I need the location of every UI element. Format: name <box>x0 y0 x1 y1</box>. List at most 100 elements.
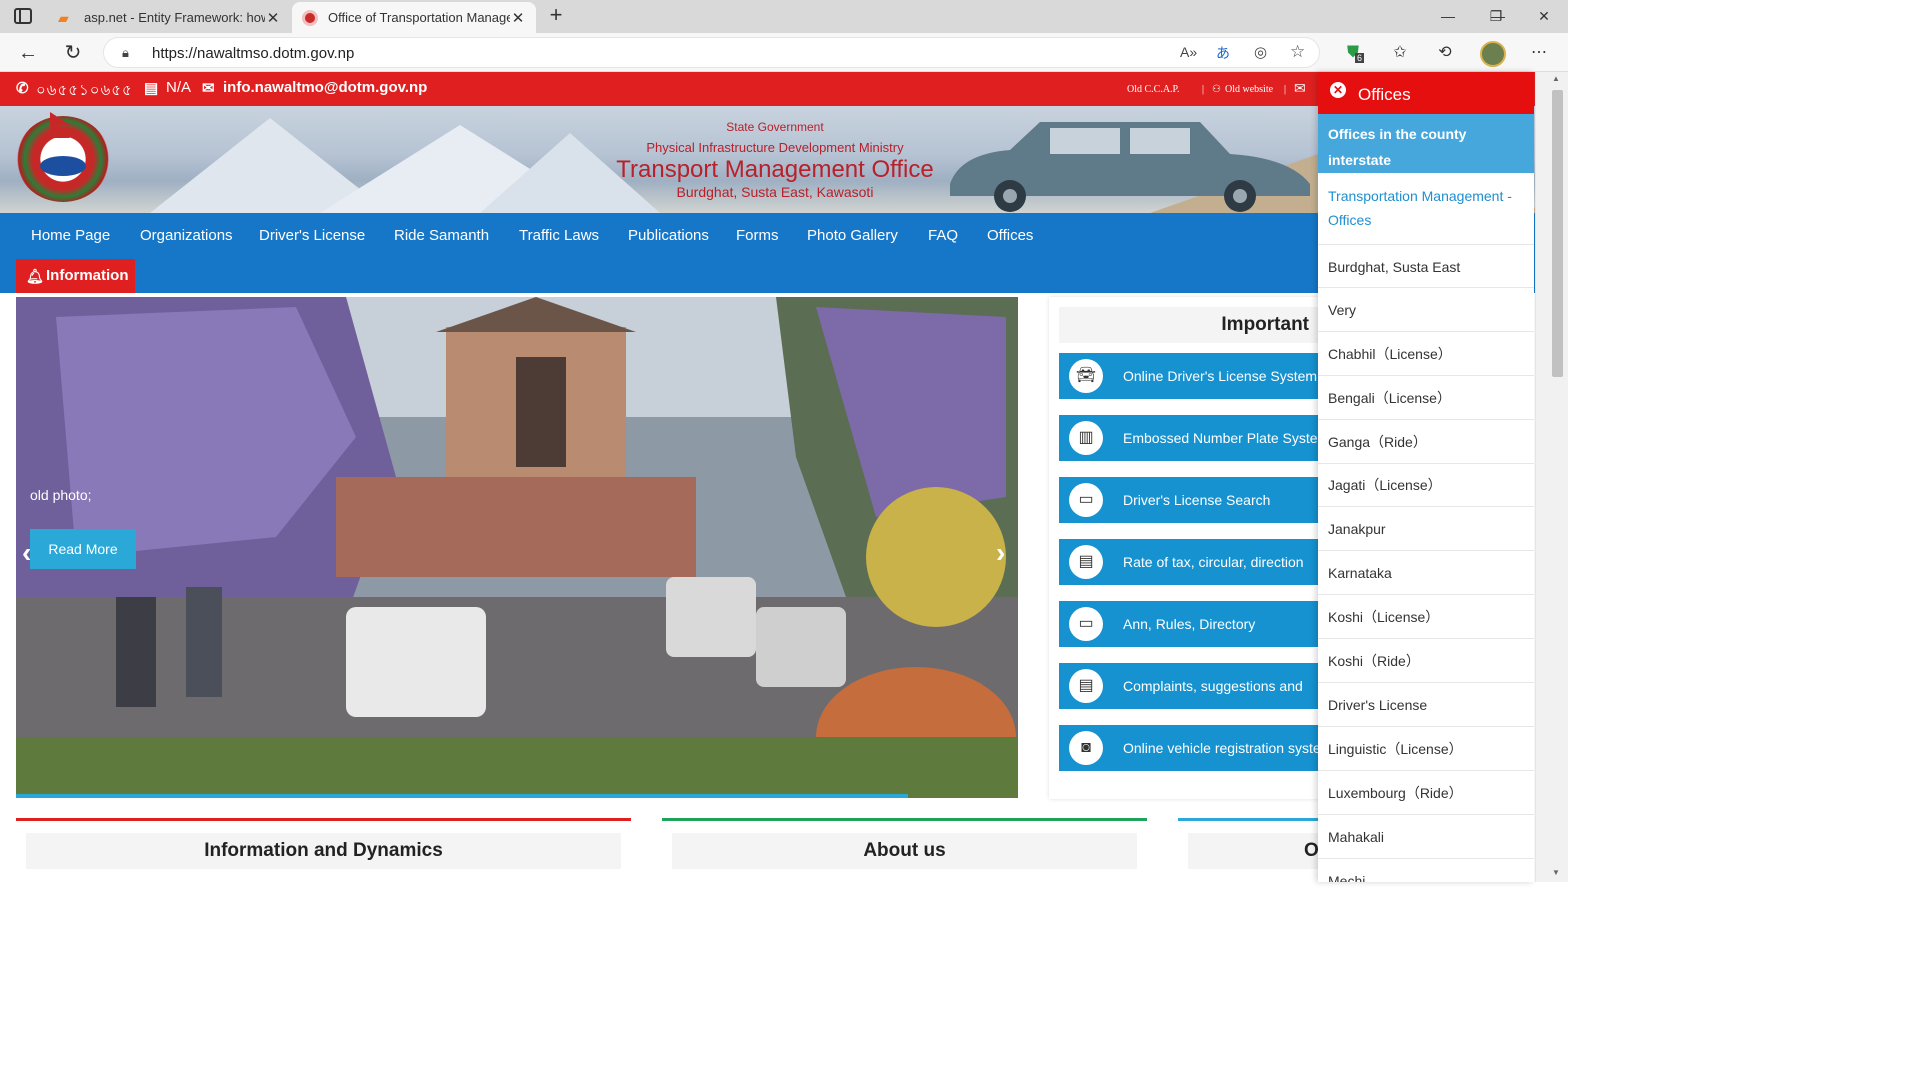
offices-panel-title: Offices <box>1358 85 1411 104</box>
slide-caption: old photo; <box>30 487 92 503</box>
important-link-embossed-number-plate[interactable]: ▥ Embossed Number Plate System <box>1059 415 1349 461</box>
profile-avatar[interactable] <box>1480 41 1506 67</box>
nav-home-page[interactable]: Home Page <box>31 227 110 244</box>
scroll-up-icon[interactable]: ▲ <box>1552 74 1560 83</box>
restore-icon[interactable]: ❐ <box>1476 3 1516 29</box>
important-link-vehicle-registration[interactable]: ◙ Online vehicle registration system <box>1059 725 1349 771</box>
minimize-button[interactable]: — <box>1428 3 1468 29</box>
office-item[interactable]: Mahakali <box>1318 815 1534 859</box>
important-link-label: Ann, Rules, Directory <box>1123 616 1256 632</box>
office-item[interactable]: Koshi（Ride） <box>1318 639 1534 683</box>
office-item[interactable]: Bengali（License） <box>1318 376 1534 420</box>
slider-next-icon[interactable]: › <box>996 537 1005 569</box>
tab-actions-icon[interactable] <box>14 8 32 24</box>
header-title: Transport Management Office <box>616 156 934 183</box>
photo-slider[interactable]: old photo; Read More ‹ › <box>16 297 1018 798</box>
slide-photo <box>16 297 1018 798</box>
important-link-label: Driver's License Search <box>1123 492 1271 508</box>
important-link-online-drivers-license[interactable]: 🚘︎ Online Driver's License System <box>1059 353 1349 399</box>
nav-photo-gallery[interactable]: Photo Gallery <box>807 227 898 244</box>
office-item[interactable]: Jagati（License） <box>1318 463 1534 507</box>
tracking-prevention-icon[interactable]: ◎ <box>1254 43 1267 61</box>
important-link-tax-circular[interactable]: ▤ Rate of tax, circular, direction <box>1059 539 1349 585</box>
vintage-car-image <box>950 122 1310 212</box>
close-tab-icon[interactable]: ✕ <box>510 9 526 27</box>
refresh-icon[interactable]: ↻ <box>59 39 87 67</box>
browser-tab-active[interactable]: Office of Transportation Manage ✕ <box>292 2 536 33</box>
stackoverflow-favicon-icon: ▰ <box>58 9 69 26</box>
history-icon[interactable]: ⟲ <box>1433 41 1457 65</box>
contact-strip: ✆ ০৬৫৫১০৬৫৫ ▤ N/A ✉ info.nawaltmo@dotm.g… <box>0 72 1535 106</box>
offices-panel-subtitle[interactable]: Offices in the county interstate <box>1318 114 1534 173</box>
close-window-icon[interactable]: ✕ <box>1524 3 1564 29</box>
main-navigation: Home Page Organizations Driver's License… <box>0 213 1535 259</box>
important-link-label: Embossed Number Plate System <box>1123 430 1330 446</box>
office-item[interactable]: Burdghat, Susta East <box>1318 244 1534 288</box>
important-link-license-search[interactable]: ▭ Driver's License Search <box>1059 477 1349 523</box>
office-item[interactable]: Koshi（License） <box>1318 595 1534 639</box>
browser-tab-bar: ▰ asp.net - Entity Framework: how ✕ Offi… <box>0 0 1568 33</box>
barcode-icon: ▥ <box>1069 421 1103 455</box>
nav-traffic-laws[interactable]: Traffic Laws <box>519 227 599 244</box>
lock-icon[interactable]: 🔒︎ <box>122 45 129 61</box>
office-item[interactable]: Luxembourg（Ride） <box>1318 771 1534 815</box>
nav-drivers-license[interactable]: Driver's License <box>259 227 365 244</box>
card-heading: Information and Dynamics <box>26 833 621 869</box>
nepal-emblem-logo <box>16 112 110 202</box>
slider-progress-bar <box>16 794 908 798</box>
office-item[interactable]: Very <box>1318 288 1534 332</box>
envelope-icon: ✉ <box>202 80 215 97</box>
tab-title: Office of Transportation Manage <box>328 10 510 25</box>
address-bar[interactable]: 🔒︎ https://nawaltmso.dotm.gov.np A» あ ◎ … <box>103 37 1320 68</box>
nav-publications[interactable]: Publications <box>628 227 709 244</box>
nav-forms[interactable]: Forms <box>736 227 779 244</box>
scroll-down-icon[interactable]: ▼ <box>1552 868 1560 877</box>
extension-shield-icon[interactable]: ⛊ 6 <box>1341 41 1365 65</box>
information-label: Information <box>46 267 129 284</box>
web-page: ✆ ০৬৫৫১০৬৫৫ ▤ N/A ✉ info.nawaltmo@dotm.g… <box>0 72 1535 882</box>
email-link[interactable]: info.nawaltmo@dotm.gov.np <box>223 79 427 96</box>
important-link-complaints[interactable]: ▤ Complaints, suggestions and <box>1059 663 1349 709</box>
close-circle-icon[interactable]: ✕ <box>1330 82 1346 98</box>
id-badge-icon: ◙ <box>1069 731 1103 765</box>
office-item[interactable]: Ganga（Ride） <box>1318 420 1534 464</box>
nav-offices[interactable]: Offices <box>987 227 1033 244</box>
important-link-label: Online vehicle registration system <box>1123 740 1333 756</box>
bell-icon: 🔔︎ <box>26 268 44 284</box>
read-more-button[interactable]: Read More <box>30 529 136 569</box>
information-tag[interactable]: 🔔︎ Information <box>16 259 135 293</box>
header-address: Burdghat, Susta East, Kawasoti <box>676 184 874 200</box>
more-menu-icon[interactable]: ⋯ <box>1527 41 1551 65</box>
about-us-card: About us <box>662 818 1147 882</box>
office-item[interactable]: Linguistic（License） <box>1318 727 1534 771</box>
transport-offices-link[interactable]: Transportation Management - Offices <box>1328 184 1528 232</box>
nav-ride-samanth[interactable]: Ride Samanth <box>394 227 489 244</box>
old-website-link[interactable]: Old website <box>1225 84 1273 95</box>
nav-faq[interactable]: FAQ <box>928 227 958 244</box>
close-tab-icon[interactable]: ✕ <box>265 9 281 27</box>
site-header-banner: State Government Physical Infrastructure… <box>0 106 1535 213</box>
back-arrow-icon[interactable]: ← <box>14 39 42 67</box>
office-item[interactable]: Mechi <box>1318 859 1534 882</box>
header-line-2: Physical Infrastructure Development Mini… <box>646 140 904 155</box>
new-tab-icon[interactable]: + <box>545 4 567 28</box>
browser-tab[interactable]: ▰ asp.net - Entity Framework: how ✕ <box>48 2 291 33</box>
important-title: Important <box>1059 307 1349 343</box>
add-favorite-icon[interactable]: ☆ <box>1290 42 1305 62</box>
office-item[interactable]: Driver's License <box>1318 683 1534 727</box>
header-title-block: State Government Physical Infrastructure… <box>600 120 950 200</box>
page-scrollbar[interactable]: ▲ ▼ <box>1535 72 1568 882</box>
office-item[interactable]: Karnataka <box>1318 551 1534 595</box>
slider-prev-icon[interactable]: ‹ <box>22 537 31 569</box>
office-item[interactable]: Janakpur <box>1318 507 1534 551</box>
office-item[interactable]: Chabhil（License） <box>1318 332 1534 376</box>
nav-organizations[interactable]: Organizations <box>140 227 233 244</box>
phone-icon: ✆ <box>16 80 29 97</box>
read-aloud-icon[interactable]: A» <box>1180 44 1197 60</box>
old-ccap-link[interactable]: Old C.C.A.P. <box>1127 84 1180 95</box>
mail-icon[interactable]: ✉ <box>1294 81 1306 98</box>
translate-icon[interactable]: あ <box>1216 43 1230 63</box>
scroll-thumb[interactable] <box>1552 90 1563 377</box>
important-link-rules-directory[interactable]: ▭ Ann, Rules, Directory <box>1059 601 1349 647</box>
favorites-icon[interactable]: ✩ <box>1388 41 1412 65</box>
